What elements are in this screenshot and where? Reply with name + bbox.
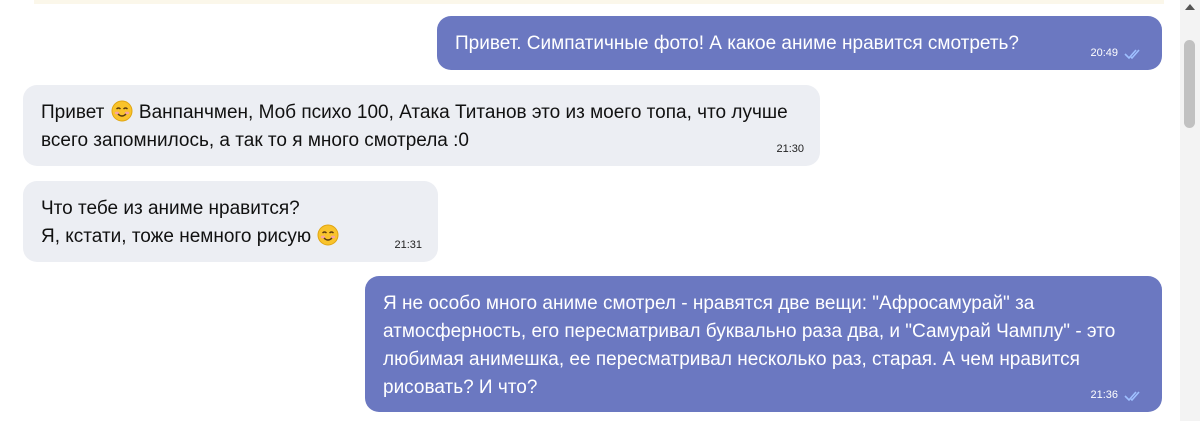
- message-text: Я не особо много аниме смотрел - нравятс…: [383, 293, 1121, 398]
- smiling-face-emoji: [111, 100, 133, 122]
- message-time: 21:30: [776, 143, 804, 155]
- message-bubble-outgoing[interactable]: Я не особо много аниме смотрел - нравятс…: [365, 276, 1162, 412]
- message-bubble-outgoing[interactable]: Привет. Симпатичные фото! А какое аниме …: [437, 16, 1162, 70]
- scrollbar-thumb[interactable]: [1184, 40, 1195, 128]
- message-line-wrapper: Я, кстати, тоже немного рисую: [41, 223, 420, 251]
- message-line: Что тебе из аниме нравится?: [41, 198, 300, 219]
- message-text-part: Привет: [41, 102, 110, 123]
- message-text: Привет. Симпатичные фото! А какое аниме …: [455, 33, 1019, 54]
- message-time: 21:31: [394, 239, 422, 251]
- message-time: 21:36: [1090, 389, 1118, 401]
- message-text-part: Ванпанчмен, Моб психо 100, Атака Титанов…: [41, 102, 793, 151]
- smiling-face-emoji: [317, 224, 339, 246]
- message-bubble-incoming[interactable]: Привет Ванпанчмен, Моб психо 100, Атака …: [23, 85, 820, 166]
- message-line: Я, кстати, тоже немного рисую: [41, 226, 317, 247]
- double-check-icon: [1124, 391, 1140, 402]
- message-time: 20:49: [1090, 47, 1118, 59]
- vertical-scrollbar[interactable]: [1180, 0, 1200, 421]
- message-bubble-incoming[interactable]: Что тебе из аниме нравится? Я, кстати, т…: [23, 181, 438, 262]
- top-strip: [34, 0, 1164, 4]
- double-check-icon: [1124, 49, 1140, 60]
- scroll-up-arrow-icon[interactable]: [1185, 4, 1195, 10]
